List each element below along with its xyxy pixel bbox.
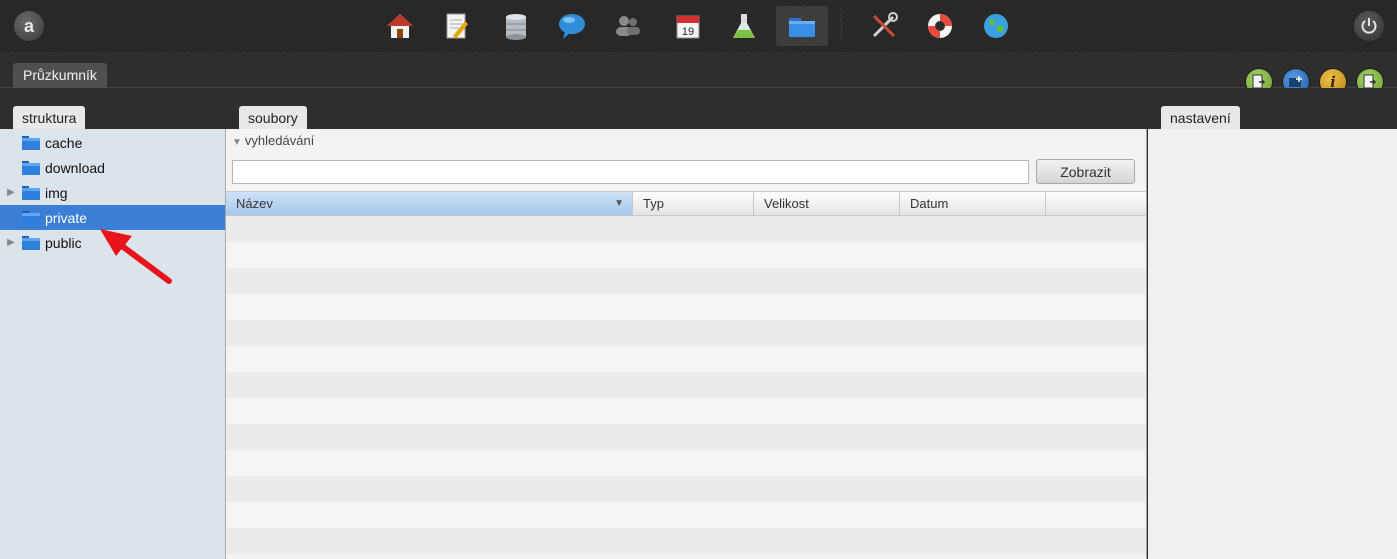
users-icon[interactable]: [610, 8, 646, 44]
home-icon[interactable]: [382, 8, 418, 44]
files-panel: ▼ vyhledávání Zobrazit Název ▼ Typ Veliko…: [225, 129, 1147, 559]
tree-item-img[interactable]: ▶ img: [0, 180, 225, 205]
column-nazev[interactable]: Název ▼: [226, 192, 633, 215]
expand-arrow-icon[interactable]: ▶: [0, 237, 22, 248]
file-grid-header: Název ▼ Typ Velikost Datum: [226, 191, 1146, 216]
column-label: Typ: [643, 196, 664, 211]
tab-soubory[interactable]: soubory: [239, 106, 307, 129]
folder-icon: [22, 235, 40, 250]
empty-row: [226, 216, 1146, 242]
top-toolbar: a 19: [0, 0, 1397, 52]
empty-row: [226, 320, 1146, 346]
file-grid-body: [226, 216, 1146, 554]
tree-item-label: public: [45, 234, 82, 251]
search-toggle[interactable]: ▼ vyhledávání: [232, 133, 314, 148]
power-icon: [1361, 18, 1377, 34]
folder-icon[interactable]: [776, 6, 828, 46]
expand-arrow-icon[interactable]: ▶: [0, 187, 22, 198]
app-logo[interactable]: a: [14, 11, 44, 41]
tab-struktura[interactable]: struktura: [13, 106, 86, 129]
empty-row: [226, 372, 1146, 398]
tree-item-private[interactable]: private: [0, 205, 225, 230]
empty-row: [226, 346, 1146, 372]
empty-row: [226, 502, 1146, 528]
search-input[interactable]: [232, 160, 1029, 184]
panel-header-bar: struktura soubory nastavení: [0, 88, 1397, 129]
tools-icon[interactable]: [866, 8, 902, 44]
tree-item-download[interactable]: download: [0, 155, 225, 180]
folder-icon: [22, 160, 40, 175]
settings-panel: [1148, 129, 1397, 559]
folder-icon: [22, 135, 40, 150]
calendar-icon[interactable]: 19: [670, 8, 706, 44]
column-label: Název: [236, 196, 273, 211]
chat-bubble-icon[interactable]: [554, 8, 590, 44]
search-toggle-label: vyhledávání: [244, 133, 315, 148]
tree-item-public[interactable]: ▶ public: [0, 230, 225, 255]
column-velikost[interactable]: Velikost: [754, 192, 900, 215]
empty-row: [226, 398, 1146, 424]
show-button[interactable]: Zobrazit: [1036, 159, 1135, 184]
tab-pruzkumnik[interactable]: Průzkumník: [13, 63, 107, 88]
calendar-day: 19: [682, 26, 694, 38]
column-label: Velikost: [764, 196, 809, 211]
column-datum[interactable]: Datum: [900, 192, 1046, 215]
empty-row: [226, 528, 1146, 554]
empty-row: [226, 268, 1146, 294]
tree-item-label: download: [45, 159, 105, 176]
empty-row: [226, 294, 1146, 320]
logo-letter: a: [23, 15, 34, 36]
toolbar-separator: [841, 10, 842, 42]
tree-item-label: img: [45, 184, 68, 201]
lifebuoy-icon[interactable]: [922, 8, 958, 44]
power-button[interactable]: [1354, 11, 1384, 41]
empty-row: [226, 450, 1146, 476]
empty-row: [226, 476, 1146, 502]
empty-row: [226, 242, 1146, 268]
flask-icon[interactable]: [726, 8, 762, 44]
tree-item-label: cache: [45, 134, 83, 151]
empty-row: [226, 424, 1146, 450]
tree-item-cache[interactable]: cache: [0, 130, 225, 155]
new-folder-icon: [1289, 76, 1302, 87]
database-icon[interactable]: [498, 8, 534, 44]
column-label: Datum: [910, 196, 949, 211]
folder-icon: [22, 185, 40, 200]
globe-icon[interactable]: [978, 8, 1014, 44]
tab-nastaveni[interactable]: nastavení: [1161, 106, 1240, 129]
folder-tree: cache download ▶ img private ▶ public: [0, 129, 225, 559]
edit-page-icon[interactable]: [438, 8, 474, 44]
column-typ[interactable]: Typ: [633, 192, 754, 215]
tree-item-label: private: [45, 209, 88, 226]
collapse-triangle-icon: ▼: [232, 137, 242, 148]
folder-icon: [22, 210, 40, 225]
sort-desc-icon: ▼: [614, 198, 624, 209]
module-tab-bar: Průzkumník: [0, 52, 1397, 88]
